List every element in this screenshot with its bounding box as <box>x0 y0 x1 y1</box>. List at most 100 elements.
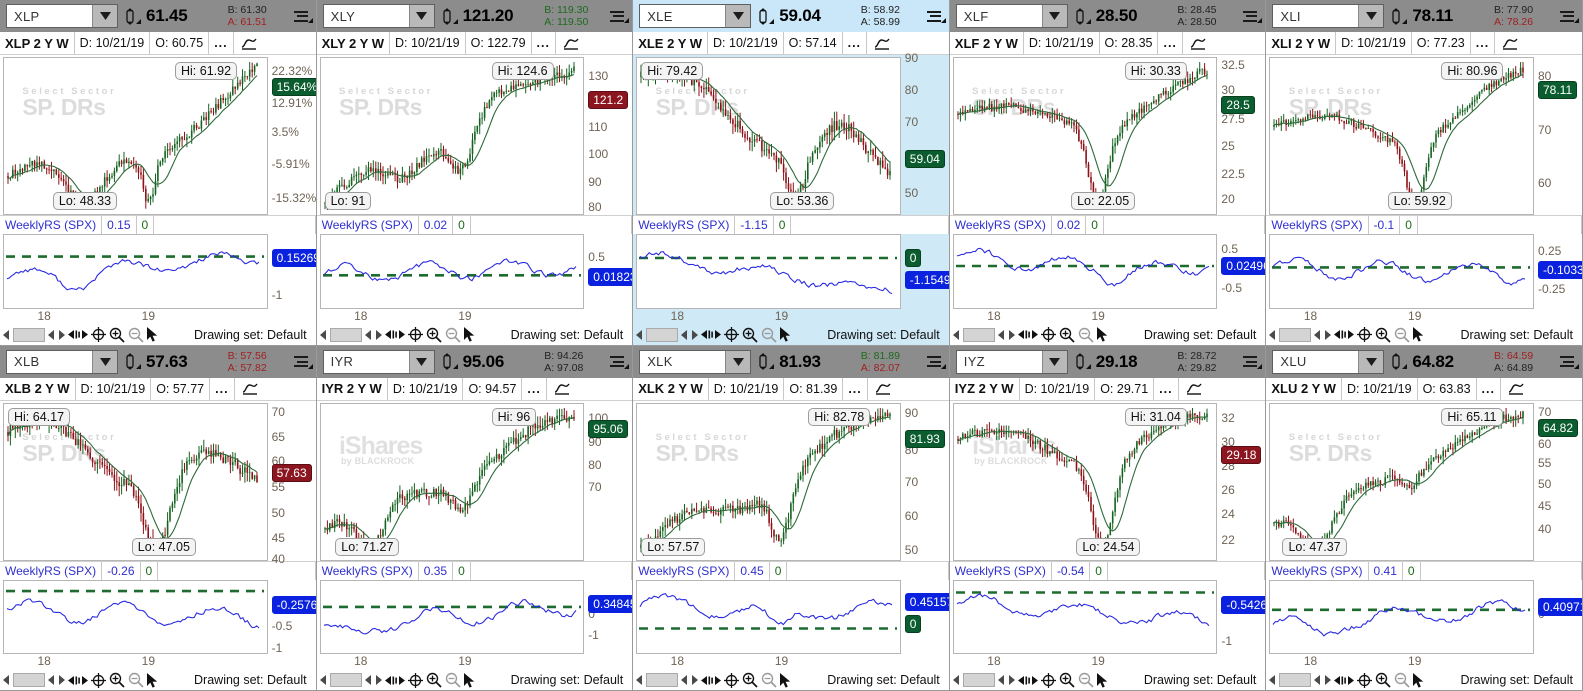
panel-menu-icon[interactable] <box>921 354 947 370</box>
link-symbol-icon[interactable] <box>1068 7 1092 25</box>
indicator-pane[interactable]: WeeklyRS (SPX) 0.02 0 0.5 0.01823 <box>316 215 633 309</box>
scroll-left-icon[interactable] <box>1314 675 1321 685</box>
indicator-name[interactable]: WeeklyRS (SPX) <box>633 561 736 580</box>
price-axis[interactable]: 70 60 55 50 45 40 64.82 <box>1534 401 1582 561</box>
crosshair-icon[interactable] <box>91 327 106 342</box>
link-symbol-icon[interactable] <box>1068 353 1092 370</box>
compress-expand-icon[interactable] <box>701 329 722 340</box>
symbol-selector[interactable]: XLE <box>639 4 752 28</box>
scroll-left-end-icon[interactable] <box>636 329 643 340</box>
indicator-axis[interactable]: 0.45157 0 <box>901 580 949 654</box>
zoom-out-icon[interactable] <box>1394 672 1410 688</box>
scroll-left-end-icon[interactable] <box>1269 329 1276 340</box>
indicator-axis[interactable]: 0.5 -0.5 0.02496 <box>1217 234 1266 308</box>
indicator-pane[interactable]: WeeklyRS (SPX) 0.15 0 -1 0.15269 <box>0 215 316 309</box>
indicator-plot[interactable] <box>319 579 585 654</box>
more-fields[interactable]: ... <box>1471 32 1496 54</box>
panel-menu-icon[interactable] <box>1554 354 1580 370</box>
scroll-right-icon[interactable] <box>375 329 382 340</box>
zoom-out-icon[interactable] <box>445 672 461 688</box>
more-fields[interactable]: ... <box>532 32 556 54</box>
link-symbol-icon[interactable] <box>435 353 459 370</box>
price-plot[interactable]: iShares by BLACKROCK Hi: 31.04 Lo: 24.54 <box>952 402 1218 561</box>
compress-expand-icon[interactable] <box>384 675 405 686</box>
scroll-left-icon[interactable] <box>364 329 372 340</box>
drawing-set-label[interactable]: Drawing set: Default <box>1460 328 1582 342</box>
drawing-set-label[interactable]: Drawing set: Default <box>827 328 949 342</box>
indicator-name[interactable]: WeeklyRS (SPX) <box>950 216 1052 235</box>
panel-menu-icon[interactable] <box>1237 8 1263 24</box>
symbol-selector[interactable]: XLK <box>639 349 752 374</box>
more-fields[interactable]: ... <box>843 377 868 400</box>
chevron-down-icon[interactable] <box>408 350 434 373</box>
price-plot[interactable]: Select Sector SP. DRs Hi: 61.92 Lo: 48.33 <box>3 57 268 216</box>
indicator-plot[interactable] <box>1269 579 1534 654</box>
compress-expand-icon[interactable] <box>1334 329 1355 340</box>
symbol-selector[interactable]: IYZ <box>955 349 1068 374</box>
chart-style-icon[interactable] <box>1179 378 1209 400</box>
indicator-axis[interactable]: 0 -1.1549 <box>901 234 949 308</box>
indicator-name[interactable]: WeeklyRS (SPX) <box>0 561 103 580</box>
scroll-left-end-icon[interactable] <box>952 675 960 685</box>
pointer-tool-icon[interactable] <box>463 672 476 688</box>
indicator-name[interactable]: WeeklyRS (SPX) <box>317 216 419 235</box>
scroll-left-end-icon[interactable] <box>952 329 960 340</box>
link-symbol-icon[interactable] <box>118 353 142 370</box>
chart-panel-iyr[interactable]: IYR 95.06 B: 94.26 A: 97.08 IYR 2 Y W D: 10/2… <box>316 345 634 691</box>
chart-panel-xle[interactable]: XLE 59.04 B: 58.92 A: 58.99 XLE 2 Y W D: 10/2… <box>633 0 950 346</box>
chevron-down-icon[interactable] <box>1041 5 1067 27</box>
scroll-right-icon[interactable] <box>691 329 699 340</box>
panel-menu-icon[interactable] <box>604 8 630 24</box>
drawing-set-label[interactable]: Drawing set: Default <box>1460 673 1582 687</box>
price-plot[interactable]: Select Sector SP. DRs Hi: 82.78 Lo: 57.57 <box>636 402 901 561</box>
price-axis[interactable]: 130 110 100 90 80 121.2 <box>584 55 632 215</box>
horizontal-scrollbar[interactable] <box>962 673 995 687</box>
chevron-down-icon[interactable] <box>1358 5 1384 27</box>
horizontal-scrollbar[interactable] <box>962 327 995 342</box>
indicator-plot[interactable] <box>636 579 901 654</box>
horizontal-scrollbar[interactable] <box>329 673 362 687</box>
indicator-pane[interactable]: WeeklyRS (SPX) -1.15 0 0 -1.1549 <box>633 215 949 309</box>
horizontal-scrollbar[interactable] <box>13 327 45 342</box>
chart-panel-xlu[interactable]: XLU 64.82 B: 64.59 A: 64.89 XLU 2 Y W D: 10/2… <box>1266 345 1583 691</box>
chevron-down-icon[interactable] <box>1358 350 1384 373</box>
link-symbol-icon[interactable] <box>751 7 775 25</box>
crosshair-icon[interactable] <box>1357 327 1373 342</box>
indicator-axis[interactable]: -0.5 -1 -0.2576 <box>268 580 316 655</box>
drawing-set-label[interactable]: Drawing set: Default <box>511 328 633 342</box>
indicator-pane[interactable]: WeeklyRS (SPX) 0.45 0 0.45157 0 <box>633 560 949 654</box>
crosshair-icon[interactable] <box>407 672 423 688</box>
chart-style-icon[interactable] <box>556 32 586 54</box>
zoom-in-icon[interactable] <box>109 327 125 343</box>
indicator-plot[interactable] <box>636 234 901 309</box>
compress-expand-icon[interactable] <box>384 329 405 340</box>
link-symbol-icon[interactable] <box>1384 353 1408 370</box>
symbol-selector[interactable]: XLI <box>1272 4 1385 28</box>
crosshair-icon[interactable] <box>91 672 106 688</box>
symbol-selector[interactable]: XLY <box>322 4 435 28</box>
indicator-name[interactable]: WeeklyRS (SPX) <box>633 216 736 235</box>
chart-style-icon[interactable] <box>235 378 265 400</box>
chart-style-icon[interactable] <box>1501 378 1531 400</box>
panel-menu-icon[interactable] <box>1237 354 1263 370</box>
scroll-left-icon[interactable] <box>364 675 372 685</box>
pointer-tool-icon[interactable] <box>1096 672 1109 688</box>
zoom-in-icon[interactable] <box>742 327 758 343</box>
indicator-plot[interactable] <box>1269 234 1534 309</box>
panel-menu-icon[interactable] <box>288 8 314 24</box>
panel-menu-icon[interactable] <box>921 8 947 24</box>
price-plot[interactable]: Select Sector SP. DRs Hi: 80.96 Lo: 59.92 <box>1269 57 1534 216</box>
price-chart[interactable]: Select Sector SP. DRs Hi: 80.96 Lo: 59.92 80… <box>1266 55 1582 216</box>
chevron-down-icon[interactable] <box>725 350 751 373</box>
scroll-left-end-icon[interactable] <box>319 675 327 685</box>
more-fields[interactable]: ... <box>210 377 235 400</box>
price-chart[interactable]: Select Sector SP. DRs Hi: 64.17 Lo: 47.05 70… <box>0 401 316 566</box>
horizontal-scrollbar[interactable] <box>13 673 45 687</box>
zoom-in-icon[interactable] <box>426 327 442 343</box>
indicator-axis[interactable]: 0 -1 0.34845 <box>584 580 633 654</box>
scroll-right-icon[interactable] <box>1008 675 1015 685</box>
chart-style-icon[interactable] <box>234 32 264 54</box>
pointer-tool-icon[interactable] <box>463 327 476 342</box>
price-chart[interactable]: Select Sector SP. DRs Hi: 61.92 Lo: 48.33 22… <box>0 55 316 216</box>
chevron-down-icon[interactable] <box>1041 350 1067 373</box>
